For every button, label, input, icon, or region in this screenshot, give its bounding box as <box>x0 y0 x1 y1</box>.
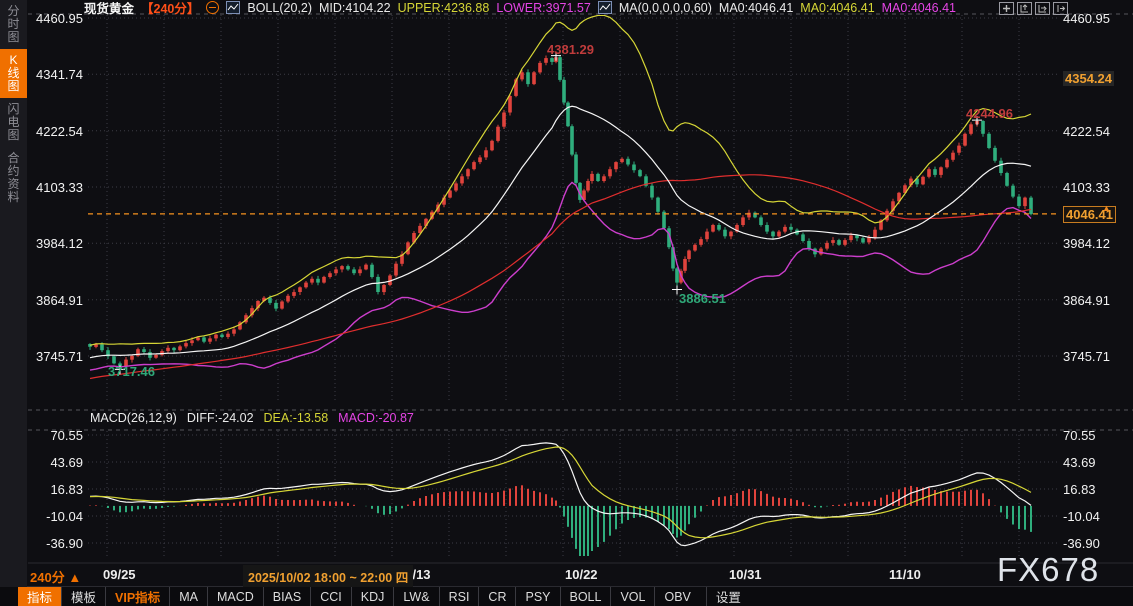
toolbar-item-BOLL[interactable]: BOLL <box>560 587 611 606</box>
ma0-value-2: MA0:4046.41 <box>800 1 874 15</box>
toolbar-item-KDJ[interactable]: KDJ <box>351 587 394 606</box>
macd-tick-left: 43.69 <box>30 455 83 470</box>
price-tick-left: 3745.71 <box>30 349 83 364</box>
ma-indicator-icon[interactable] <box>598 1 612 14</box>
price-tick-right: 4222.54 <box>1063 124 1110 139</box>
price-tick-right: 3745.71 <box>1063 349 1110 364</box>
macd-tick-right: 16.83 <box>1063 482 1096 497</box>
toolbar-item-MA[interactable]: MA <box>169 587 207 606</box>
sidebar-item-3[interactable]: 闪电图 <box>0 98 27 147</box>
price-tick-left: 4341.74 <box>30 67 83 82</box>
candle-tooltip: 2025/10/02 18:00 ~ 22:00 四 <box>243 565 413 588</box>
period-text: 240分 <box>30 570 65 585</box>
indicator-toolbar: 指标模板VIP指标MAMACDBIASCCIKDJLW&RSICRPSYBOLL… <box>0 587 1133 606</box>
toolbar-item-设置[interactable]: 设置 <box>706 587 750 606</box>
toolbar-item-RSI[interactable]: RSI <box>439 587 479 606</box>
crosshair-tool-icon[interactable] <box>999 2 1014 15</box>
ma0-value-3: MA0:4046.41 <box>882 1 956 15</box>
toolbar-item-MACD[interactable]: MACD <box>207 587 263 606</box>
sidebar-char: 图 <box>0 129 27 142</box>
macd-tick-right: 70.55 <box>1063 428 1096 443</box>
price-tick-right: 3864.91 <box>1063 293 1110 308</box>
macd-dea-value: DEA:-13.58 <box>264 411 329 425</box>
price-annotation: 3886.51 <box>679 291 726 306</box>
chart-tools <box>999 2 1068 15</box>
price-tick-left: 3864.91 <box>30 293 83 308</box>
sidebar-char: 图 <box>0 31 27 44</box>
macd-tick-right: -10.04 <box>1063 509 1100 524</box>
price-annotation: 4244.96 <box>966 106 1013 121</box>
price-tick-left: 4103.33 <box>30 180 83 195</box>
boll-upper-value: UPPER:4236.88 <box>398 1 490 15</box>
price-tick-right: 4103.33 <box>1063 180 1110 195</box>
price-tick-left: 4222.54 <box>30 124 83 139</box>
toolbar-item-OBV[interactable]: OBV <box>654 587 699 606</box>
period-label: 【240分】 <box>141 0 199 17</box>
boll-label: BOLL(20,2) <box>247 1 312 15</box>
sidebar-char: 图 <box>0 80 27 93</box>
toolbar-item-VIP指标[interactable]: VIP指标 <box>105 587 169 606</box>
period-arrow-icon: ▲ <box>68 570 81 585</box>
price-up-arrow-icon: ▲ <box>1102 203 1111 213</box>
price-annotation: 4381.29 <box>547 42 594 57</box>
date-label: 11/10 <box>889 567 921 582</box>
toolbar-item-模板[interactable]: 模板 <box>61 587 105 606</box>
price-tick-left: 4460.95 <box>30 11 83 26</box>
left-sidebar: 分时图K线图闪电图合约资料 <box>0 0 27 606</box>
macd-tick-left: 16.83 <box>30 482 83 497</box>
macd-diff-value: DIFF:-24.02 <box>187 411 254 425</box>
macd-tick-left: 70.55 <box>30 428 83 443</box>
price-tick-left: 3984.12 <box>30 236 83 251</box>
trading-app-window: { "header": { "symbol": "现货黄金", "period"… <box>0 0 1133 606</box>
macd-tick-right: 43.69 <box>1063 455 1096 470</box>
sidebar-item-4[interactable]: 合约资料 <box>0 147 27 209</box>
macd-legend: MACD(26,12,9) DIFF:-24.02 DEA:-13.58 MAC… <box>90 411 414 425</box>
watermark: FX678 <box>997 551 1099 589</box>
boll-lower-value: LOWER:3971.57 <box>496 1 591 15</box>
toolbar-item-VOL[interactable]: VOL <box>610 587 654 606</box>
legend-bar: 现货黄金 【240分】 BOLL(20,2) MID:4104.22 UPPER… <box>84 0 956 15</box>
sidebar-item-2[interactable]: K线图 <box>0 49 27 98</box>
date-label: 10/31 <box>729 567 762 582</box>
date-label: 09/25 <box>103 567 136 582</box>
scale-y-axis-icon[interactable] <box>1017 2 1032 15</box>
macd-tick-right: -36.90 <box>1063 536 1100 551</box>
toolbar-item-CR[interactable]: CR <box>478 587 515 606</box>
toolbar-item-LW&[interactable]: LW& <box>393 587 438 606</box>
ma-label: MA(0,0,0,0,0,60) <box>619 1 712 15</box>
toolbar-item-指标[interactable]: 指标 <box>18 587 61 606</box>
session-high-label: 4354.24 <box>1063 71 1114 86</box>
boll-mid-value: MID:4104.22 <box>319 1 391 15</box>
time-axis: 240分 ▲ 09/2510/1310/2210/3111/10 2025/10… <box>0 565 1133 585</box>
collapse-indicator-icon[interactable] <box>206 1 219 14</box>
period-selector[interactable]: 240分 ▲ <box>30 567 81 586</box>
price-annotation: 3717.46 <box>108 364 155 379</box>
macd-tick-left: -36.90 <box>30 536 83 551</box>
macd-title: MACD(26,12,9) <box>90 411 177 425</box>
toolbar-item-CCI[interactable]: CCI <box>310 587 351 606</box>
sidebar-item-1[interactable]: 分时图 <box>0 0 27 49</box>
sidebar-char: 料 <box>0 191 27 204</box>
boll-indicator-icon[interactable] <box>226 1 240 14</box>
ma0-value-1: MA0:4046.41 <box>719 1 793 15</box>
chart-canvas[interactable] <box>0 0 1133 606</box>
price-tick-right: 4460.95 <box>1063 11 1110 26</box>
pan-right-icon[interactable] <box>1053 2 1068 15</box>
toolbar-item-PSY[interactable]: PSY <box>515 587 559 606</box>
toolbar-item-BIAS[interactable]: BIAS <box>263 587 311 606</box>
macd-tick-left: -10.04 <box>30 509 83 524</box>
macd-macd-value: MACD:-20.87 <box>338 411 414 425</box>
price-tick-right: 3984.12 <box>1063 236 1110 251</box>
date-label: 10/22 <box>565 567 598 582</box>
symbol-name: 现货黄金 <box>84 0 134 17</box>
scale-x-axis-icon[interactable] <box>1035 2 1050 15</box>
